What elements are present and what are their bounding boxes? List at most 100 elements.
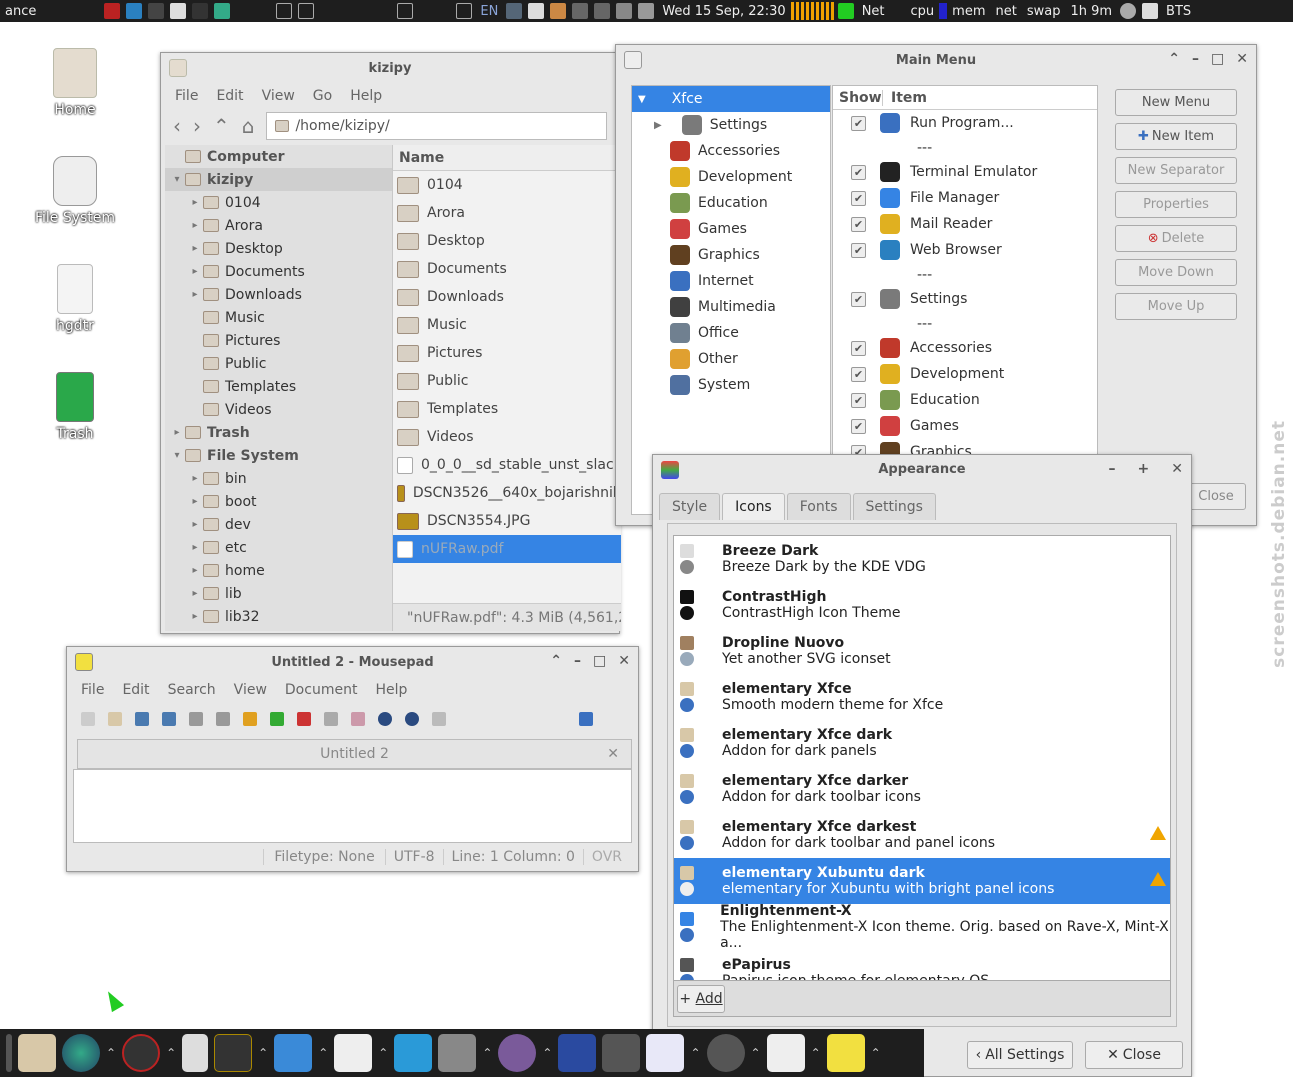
maximize-icon[interactable]: □ — [1211, 51, 1224, 67]
file-row[interactable]: DSCN3554.JPG — [393, 507, 621, 535]
calculator-launcher-icon[interactable] — [182, 1034, 209, 1072]
document-launcher-icon[interactable] — [558, 1034, 597, 1072]
column-header-name[interactable]: Name — [393, 145, 621, 171]
menu-go[interactable]: Go — [313, 88, 332, 104]
minimize-icon[interactable]: – — [574, 653, 581, 669]
separator-row[interactable]: --- — [833, 136, 1097, 159]
file-row[interactable]: Templates — [393, 395, 621, 423]
file-row[interactable]: Arora — [393, 199, 621, 227]
menu-item-row[interactable]: ✔ Web Browser — [833, 237, 1097, 263]
category-item[interactable]: Accessories — [632, 138, 830, 164]
file-row[interactable]: Music — [393, 311, 621, 339]
editor-launcher-icon[interactable] — [826, 1034, 865, 1072]
tree-item[interactable]: Videos — [165, 398, 392, 421]
mousepad-titlebar[interactable]: Untitled 2 - Mousepad ⌃ – □ ✕ — [67, 647, 638, 677]
workspace-1[interactable] — [276, 3, 293, 19]
menu-item-row[interactable]: ✔ Settings — [833, 286, 1097, 312]
menu-file[interactable]: File — [175, 88, 198, 104]
tree-item[interactable]: ▸ 0104 — [165, 191, 392, 214]
file-row[interactable]: Documents — [393, 255, 621, 283]
horse-launcher-icon[interactable] — [498, 1034, 537, 1072]
settings-launcher-icon[interactable] — [394, 1034, 433, 1072]
tree-item[interactable]: ▸ Downloads — [165, 283, 392, 306]
close-button[interactable]: Close — [1186, 483, 1246, 510]
expander-icon[interactable]: ▸ — [187, 496, 203, 507]
category-item[interactable]: Office — [632, 320, 830, 346]
keyboard-launcher-icon[interactable] — [334, 1034, 373, 1072]
menu-edit[interactable]: Edit — [216, 88, 243, 104]
tree-item[interactable]: ▸ lib — [165, 582, 392, 605]
file-row[interactable]: nUFRaw.pdf — [393, 535, 621, 563]
save-as-icon[interactable] — [162, 712, 176, 726]
power-icon[interactable] — [1120, 3, 1137, 19]
expander-icon[interactable]: ▸ — [187, 611, 203, 622]
expander-icon[interactable]: ▸ — [187, 473, 203, 484]
desktop-icon-home[interactable]: Home — [20, 48, 130, 118]
network-icon[interactable] — [506, 3, 523, 19]
file-row[interactable]: Public — [393, 367, 621, 395]
category-root[interactable]: ▼ Xfce — [632, 86, 830, 112]
expander-icon[interactable]: ▸ — [187, 197, 203, 208]
location-entry[interactable]: /home/kizipy/ — [266, 112, 607, 140]
expander-icon[interactable]: ▸ — [187, 588, 203, 599]
category-item[interactable]: Games — [632, 216, 830, 242]
dictionary-launcher-icon[interactable] — [438, 1034, 477, 1072]
show-checkbox[interactable]: ✔ — [851, 242, 866, 258]
flag-icon[interactable] — [104, 3, 121, 19]
xfce-icon[interactable] — [126, 3, 143, 19]
all-settings-button[interactable]: ‹ All Settings — [967, 1041, 1073, 1069]
close-icon[interactable]: ✕ — [1171, 461, 1183, 477]
menu-item-row[interactable]: ✔ Education — [833, 387, 1097, 413]
file-row[interactable]: 0104 — [393, 171, 621, 199]
gimp-launcher-icon[interactable] — [706, 1034, 745, 1072]
appearance-titlebar[interactable]: Appearance – + ✕ — [653, 455, 1191, 483]
icon-theme-row[interactable]: Enlightenment-X The Enlightenment-X Icon … — [674, 903, 1170, 951]
terminal-icon[interactable] — [192, 3, 209, 19]
tree-item[interactable]: ▸ lib32 — [165, 605, 392, 628]
math-launcher-icon[interactable] — [214, 1034, 253, 1072]
save-icon[interactable] — [135, 712, 149, 726]
document-tab[interactable]: Untitled 2 ✕ — [77, 739, 632, 769]
tree-item[interactable]: ▸ etc — [165, 536, 392, 559]
browser-icon[interactable] — [214, 3, 231, 19]
reload-icon[interactable] — [189, 712, 203, 726]
icon-theme-row[interactable]: elementary Xfce darkest Addon for dark to… — [674, 812, 1170, 858]
menu-edit[interactable]: Edit — [122, 682, 149, 698]
tab-close-icon[interactable]: ✕ — [607, 746, 619, 762]
properties-button[interactable]: Properties — [1115, 191, 1237, 218]
file-manager-titlebar[interactable]: kizipy — [161, 53, 619, 83]
expander-icon[interactable]: ▸ — [169, 427, 185, 438]
tree-item[interactable]: ▸ Desktop — [165, 237, 392, 260]
menu-item-row[interactable]: ✔ Accessories — [833, 335, 1097, 361]
menu-item-row[interactable]: ✔ Run Program... — [833, 110, 1097, 136]
tree-item[interactable]: Music — [165, 306, 392, 329]
workspace-4[interactable] — [456, 3, 473, 19]
show-checkbox[interactable]: ✔ — [851, 115, 866, 131]
home-icon[interactable]: ⌂ — [242, 114, 255, 138]
move-up-button[interactable]: Move Up — [1115, 293, 1237, 320]
category-item[interactable]: Multimedia — [632, 294, 830, 320]
forward-icon[interactable]: › — [193, 114, 201, 138]
menu-item-row[interactable]: ✔ Mail Reader — [833, 211, 1097, 237]
icon-theme-row[interactable]: elementary Xfce Smooth modern theme for X… — [674, 674, 1170, 720]
text-editor-area[interactable] — [73, 769, 632, 843]
tree-item[interactable]: ▸ boot — [165, 490, 392, 513]
category-item[interactable]: Other — [632, 346, 830, 372]
close-button[interactable]: ✕ Close — [1085, 1041, 1183, 1069]
menu-item-row[interactable]: ✔ Development — [833, 361, 1097, 387]
tree-item[interactable]: ▾ kizipy — [165, 168, 392, 191]
category-item[interactable]: Internet — [632, 268, 830, 294]
app-icon[interactable] — [148, 3, 165, 19]
desktop-icon-trash[interactable]: Trash — [20, 372, 130, 442]
new-separator-button[interactable]: New Separator — [1115, 157, 1237, 184]
minimize-icon[interactable]: – — [1192, 51, 1199, 67]
user-icon[interactable] — [1142, 3, 1159, 19]
menu-item-row[interactable]: ✔ Terminal Emulator — [833, 159, 1097, 185]
tree-item[interactable]: Templates — [165, 375, 392, 398]
expander-icon[interactable]: ▶ — [654, 120, 662, 131]
toggle-launcher-icon[interactable] — [766, 1034, 805, 1072]
mail-launcher-icon[interactable] — [274, 1034, 313, 1072]
icon-theme-row[interactable]: Dropline Nuovo Yet another SVG iconset — [674, 628, 1170, 674]
fullscreen-icon[interactable] — [579, 712, 593, 726]
copy-icon[interactable] — [324, 712, 338, 726]
